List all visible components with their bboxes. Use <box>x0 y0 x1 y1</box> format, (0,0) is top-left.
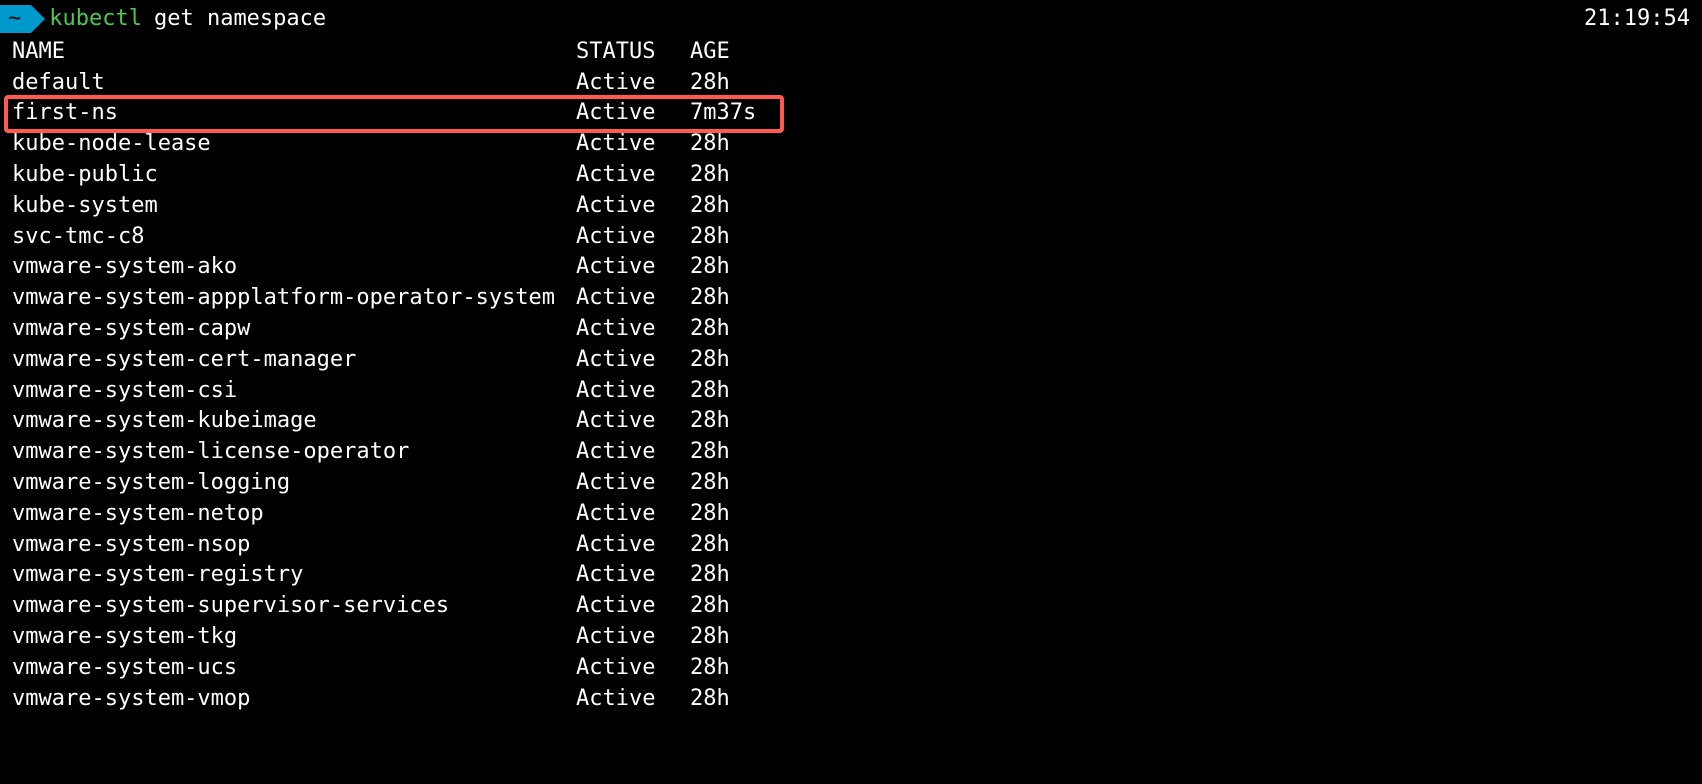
cell-age: 28h <box>690 345 810 376</box>
cell-age: 28h <box>690 437 810 468</box>
cell-status: Active <box>576 406 690 437</box>
cell-status: Active <box>576 252 690 283</box>
cell-name: vmware-system-cert-manager <box>12 345 576 376</box>
cell-age: 28h <box>690 591 810 622</box>
cell-age: 28h <box>690 406 810 437</box>
cell-status: Active <box>576 98 690 129</box>
table-row: vmware-system-registryActive28h <box>12 560 1702 591</box>
header-status: STATUS <box>576 37 690 68</box>
cell-age: 28h <box>690 129 810 160</box>
table-row: svc-tmc-c8Active28h <box>12 222 1702 253</box>
cell-name: vmware-system-license-operator <box>12 437 576 468</box>
cell-status: Active <box>576 622 690 653</box>
cell-status: Active <box>576 437 690 468</box>
cell-name: kube-node-lease <box>12 129 576 160</box>
cell-name: svc-tmc-c8 <box>12 222 576 253</box>
table-row: vmware-system-ucsActive28h <box>12 653 1702 684</box>
table-row: defaultActive28h <box>12 68 1702 99</box>
table-row: vmware-system-akoActive28h <box>12 252 1702 283</box>
header-age: AGE <box>690 37 810 68</box>
cell-age: 28h <box>690 252 810 283</box>
cell-status: Active <box>576 283 690 314</box>
cell-name: vmware-system-netop <box>12 499 576 530</box>
cell-name: kube-public <box>12 160 576 191</box>
cell-name: vmware-system-tkg <box>12 622 576 653</box>
cell-name: vmware-system-csi <box>12 376 576 407</box>
cell-status: Active <box>576 191 690 222</box>
cell-name: vmware-system-appplatform-operator-syste… <box>12 283 576 314</box>
cell-name: vmware-system-capw <box>12 314 576 345</box>
command-name: kubectl <box>49 4 142 35</box>
cell-age: 28h <box>690 283 810 314</box>
table-header-row: NAME STATUS AGE <box>12 37 1702 68</box>
cell-name: first-ns <box>12 98 576 129</box>
table-row: vmware-system-loggingActive28h <box>12 468 1702 499</box>
table-row: vmware-system-kubeimageActive28h <box>12 406 1702 437</box>
cell-status: Active <box>576 68 690 99</box>
table-row: vmware-system-supervisor-servicesActive2… <box>12 591 1702 622</box>
table-row: vmware-system-capwActive28h <box>12 314 1702 345</box>
cell-status: Active <box>576 160 690 191</box>
table-row: vmware-system-cert-managerActive28h <box>12 345 1702 376</box>
cell-name: vmware-system-registry <box>12 560 576 591</box>
cell-age: 28h <box>690 468 810 499</box>
cell-age: 28h <box>690 499 810 530</box>
cell-name: vmware-system-supervisor-services <box>12 591 576 622</box>
header-name: NAME <box>12 37 576 68</box>
cell-name: vmware-system-vmop <box>12 684 576 715</box>
cell-status: Active <box>576 684 690 715</box>
cell-name: default <box>12 68 576 99</box>
cell-age: 28h <box>690 684 810 715</box>
cell-status: Active <box>576 653 690 684</box>
cell-age: 28h <box>690 314 810 345</box>
cell-status: Active <box>576 222 690 253</box>
cell-age: 28h <box>690 191 810 222</box>
cell-age: 7m37s <box>690 98 810 129</box>
cell-name: vmware-system-nsop <box>12 530 576 561</box>
cell-status: Active <box>576 530 690 561</box>
clock-time: 21:19:54 <box>1584 4 1690 35</box>
cell-status: Active <box>576 129 690 160</box>
table-row: vmware-system-tkgActive28h <box>12 622 1702 653</box>
table-row: kube-node-leaseActive28h <box>12 129 1702 160</box>
command-args: get namespace <box>154 4 326 35</box>
table-row: kube-systemActive28h <box>12 191 1702 222</box>
cell-status: Active <box>576 468 690 499</box>
cell-age: 28h <box>690 653 810 684</box>
cell-age: 28h <box>690 222 810 253</box>
cell-status: Active <box>576 560 690 591</box>
table-row: vmware-system-netopActive28h <box>12 499 1702 530</box>
cell-name: vmware-system-ako <box>12 252 576 283</box>
cell-status: Active <box>576 345 690 376</box>
table-row: vmware-system-vmopActive28h <box>12 684 1702 715</box>
cell-name: vmware-system-kubeimage <box>12 406 576 437</box>
cell-name: kube-system <box>12 191 576 222</box>
cell-status: Active <box>576 314 690 345</box>
table-row: vmware-system-csiActive28h <box>12 376 1702 407</box>
table-row: kube-publicActive28h <box>12 160 1702 191</box>
table-row: vmware-system-appplatform-operator-syste… <box>12 283 1702 314</box>
cell-name: vmware-system-ucs <box>12 653 576 684</box>
cell-age: 28h <box>690 530 810 561</box>
table-row: vmware-system-license-operatorActive28h <box>12 437 1702 468</box>
cell-age: 28h <box>690 68 810 99</box>
cell-status: Active <box>576 591 690 622</box>
cell-age: 28h <box>690 622 810 653</box>
cell-status: Active <box>576 499 690 530</box>
cell-age: 28h <box>690 160 810 191</box>
cell-age: 28h <box>690 560 810 591</box>
prompt-line[interactable]: ~ kubectl get namespace 21:19:54 <box>0 0 1702 37</box>
cell-age: 28h <box>690 376 810 407</box>
cell-status: Active <box>576 376 690 407</box>
prompt-badge: ~ <box>0 5 31 33</box>
terminal-output: NAME STATUS AGE defaultActive28hfirst-ns… <box>0 37 1702 715</box>
table-row: vmware-system-nsopActive28h <box>12 530 1702 561</box>
table-row: first-nsActive7m37s <box>12 98 1702 129</box>
cell-name: vmware-system-logging <box>12 468 576 499</box>
